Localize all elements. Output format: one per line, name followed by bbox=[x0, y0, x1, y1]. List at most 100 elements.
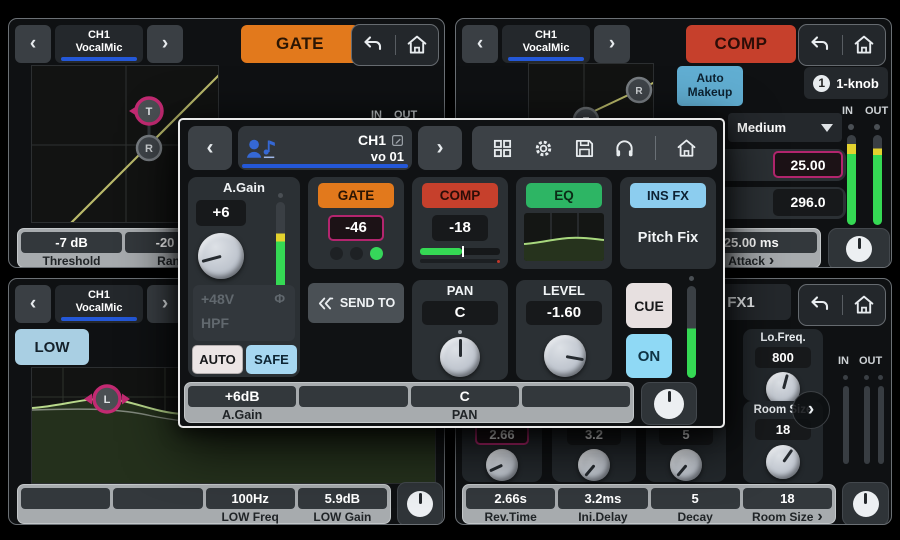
eq-prev-channel-button[interactable]: ‹ bbox=[15, 285, 51, 323]
grid-menu-icon[interactable] bbox=[492, 138, 513, 159]
fx-footer-bar: 2.66s 3.2ms 5 18 Rev.Time Ini.Delay Deca… bbox=[462, 484, 836, 524]
again-value-cell[interactable]: +6dB bbox=[188, 386, 296, 407]
overlay-next-channel-button[interactable]: › bbox=[418, 126, 462, 170]
edit-icon[interactable] bbox=[391, 134, 404, 147]
on-button[interactable]: ON bbox=[626, 334, 672, 378]
fx-ini-delay-card[interactable]: 3.2 bbox=[552, 421, 636, 482]
home-icon[interactable] bbox=[406, 34, 428, 56]
preamp-sub-card[interactable]: +48V Φ HPF bbox=[193, 285, 295, 341]
comp-knob-mode-button[interactable] bbox=[828, 228, 890, 268]
gate-threshold-value[interactable]: -46 bbox=[328, 215, 384, 241]
insfx-chip[interactable]: INS FX bbox=[630, 183, 706, 208]
channel-selected-indicator bbox=[242, 164, 408, 168]
lo-freq-value[interactable]: 800 bbox=[755, 347, 811, 368]
eq-section[interactable]: EQ bbox=[516, 177, 612, 269]
fx-rev-time-card[interactable]: 2.66 bbox=[462, 421, 542, 482]
home-icon[interactable] bbox=[853, 34, 875, 56]
param-value-cell[interactable] bbox=[21, 488, 110, 509]
param-value-cell[interactable] bbox=[299, 386, 407, 407]
comp-prev-channel-button[interactable]: ‹ bbox=[462, 25, 498, 63]
eq-channel-select-button[interactable]: CH1 VocalMic bbox=[55, 285, 143, 323]
comp-type-select[interactable]: Medium bbox=[728, 113, 842, 142]
chevron-right-icon: › bbox=[162, 33, 168, 55]
decay-cell[interactable]: 5 bbox=[651, 488, 740, 509]
threshold-value-cell[interactable]: -7 dB bbox=[21, 232, 122, 253]
comp-threshold-value[interactable]: -18 bbox=[432, 215, 488, 241]
chevron-right-icon: › bbox=[817, 511, 822, 523]
gate-section[interactable]: GATE -46 bbox=[308, 177, 404, 269]
eq-chip[interactable]: EQ bbox=[526, 183, 602, 208]
overlay-knob-mode-button[interactable] bbox=[641, 382, 697, 425]
again-meter bbox=[276, 202, 285, 290]
home-icon[interactable] bbox=[853, 294, 875, 316]
one-knob-badge-icon: 1 bbox=[813, 75, 830, 92]
channel-selected-indicator bbox=[61, 317, 137, 321]
fx-decay-card[interactable]: 5 bbox=[646, 421, 726, 482]
overlay-prev-channel-button[interactable]: ‹ bbox=[188, 126, 232, 170]
comp-chip[interactable]: COMP bbox=[422, 183, 498, 208]
comp-param-value[interactable]: 25.00 bbox=[773, 151, 843, 178]
home-icon[interactable] bbox=[676, 138, 697, 159]
room-size-cell[interactable]: 18 bbox=[743, 488, 832, 509]
undo-icon[interactable] bbox=[809, 34, 831, 56]
gain-safe-button[interactable]: SAFE bbox=[246, 345, 297, 374]
undo-icon[interactable] bbox=[809, 294, 831, 316]
again-title: A.Gain bbox=[188, 180, 300, 195]
again-value[interactable]: +6 bbox=[196, 200, 246, 226]
headphones-icon[interactable] bbox=[614, 138, 635, 159]
out-label: OUT bbox=[865, 105, 888, 117]
overlay-level-meter bbox=[687, 286, 696, 378]
pan-value[interactable]: C bbox=[422, 301, 498, 325]
ini-delay-knob[interactable] bbox=[578, 449, 610, 481]
comp-param-value[interactable]: 296.0 bbox=[773, 189, 843, 216]
gear-icon[interactable] bbox=[533, 138, 554, 159]
low-freq-value-cell[interactable]: 100Hz bbox=[206, 488, 295, 509]
out-label: OUT bbox=[859, 355, 882, 367]
decay-knob[interactable] bbox=[670, 449, 702, 481]
pan-knob[interactable] bbox=[440, 337, 480, 377]
chevron-left-icon: ‹ bbox=[30, 293, 36, 315]
divider bbox=[842, 295, 843, 315]
comp-channel-select-button[interactable]: CH1 VocalMic bbox=[502, 25, 590, 63]
fx-knob-mode-button[interactable] bbox=[842, 482, 889, 525]
save-icon[interactable] bbox=[574, 138, 595, 159]
param-value-cell[interactable] bbox=[113, 488, 202, 509]
gate-title-button[interactable]: GATE bbox=[241, 25, 359, 63]
channel-id: CH1 bbox=[88, 289, 110, 302]
knob-icon bbox=[853, 491, 879, 517]
pan-value-cell[interactable]: C bbox=[411, 386, 519, 407]
gate-led-row bbox=[308, 247, 404, 260]
insfx-section[interactable]: INS FX Pitch Fix bbox=[620, 177, 716, 269]
param-value-cell[interactable] bbox=[522, 386, 630, 407]
level-value[interactable]: -1.60 bbox=[526, 301, 602, 325]
eq-knob-mode-button[interactable] bbox=[397, 482, 443, 525]
again-knob[interactable] bbox=[198, 233, 244, 279]
comp-meter-labels: IN OUT bbox=[842, 105, 888, 117]
undo-icon[interactable] bbox=[362, 34, 384, 56]
room-size-knob[interactable] bbox=[766, 445, 800, 479]
fx-next-page-button[interactable]: › bbox=[792, 391, 830, 429]
one-knob-button[interactable]: 1 1-knob bbox=[804, 67, 888, 99]
pan-center-dot bbox=[458, 330, 462, 334]
send-to-button[interactable]: SEND TO bbox=[308, 283, 404, 323]
again-section: A.Gain +6 +48V Φ HPF AUTO SAFE bbox=[188, 177, 300, 377]
low-gain-value-cell[interactable]: 5.9dB bbox=[298, 488, 387, 509]
auto-makeup-button[interactable]: Auto Makeup bbox=[677, 66, 743, 106]
level-knob[interactable] bbox=[544, 335, 586, 377]
comp-section[interactable]: COMP -18 bbox=[412, 177, 508, 269]
overlay-channel-button[interactable]: CH1 vo 01 bbox=[238, 126, 412, 170]
divider bbox=[395, 35, 396, 55]
gate-chip[interactable]: GATE bbox=[318, 183, 394, 208]
comp-next-channel-button[interactable]: › bbox=[594, 25, 630, 63]
gate-channel-select-button[interactable]: CH1 VocalMic bbox=[55, 25, 143, 63]
gate-prev-channel-button[interactable]: ‹ bbox=[15, 25, 51, 63]
rev-time-cell[interactable]: 2.66s bbox=[466, 488, 555, 509]
cue-button[interactable]: CUE bbox=[626, 283, 672, 328]
eq-band-low-button[interactable]: LOW bbox=[15, 329, 89, 365]
gate-next-channel-button[interactable]: › bbox=[147, 25, 183, 63]
rev-time-knob[interactable] bbox=[486, 449, 518, 481]
gain-auto-button[interactable]: AUTO bbox=[192, 345, 243, 374]
channel-name: VocalMic bbox=[523, 42, 570, 55]
ini-delay-cell[interactable]: 3.2ms bbox=[558, 488, 647, 509]
comp-title-button[interactable]: COMP bbox=[686, 25, 796, 63]
